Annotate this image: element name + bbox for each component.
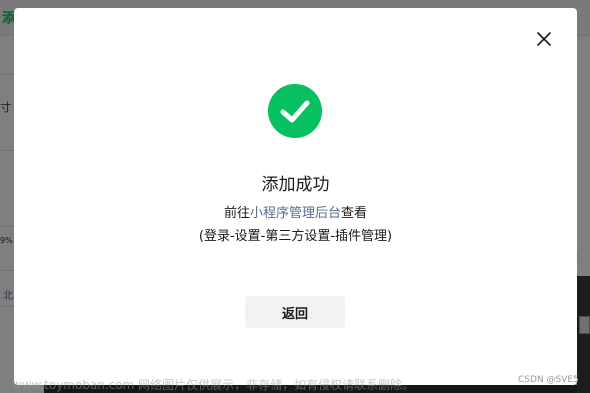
close-icon bbox=[537, 32, 551, 46]
message-suffix: 查看 bbox=[341, 206, 368, 221]
dialog-path-hint: (登录-设置-第三方设置-插件管理) bbox=[198, 229, 393, 244]
back-button[interactable]: 返回 bbox=[245, 296, 345, 328]
watermark-text: www.toymoban.com 网络图片仅供展示，非存储，如有侵权请联系删除。 bbox=[12, 378, 415, 392]
mini-program-admin-link[interactable]: 小程序管理后台 bbox=[250, 206, 341, 221]
success-dialog: 添加成功 前往小程序管理后台查看 (登录-设置-第三方设置-插件管理) 返回 bbox=[14, 8, 577, 385]
close-button[interactable] bbox=[533, 28, 555, 50]
dialog-title: 添加成功 bbox=[261, 175, 330, 195]
message-prefix: 前往 bbox=[223, 206, 250, 221]
csdn-watermark: CSDN @SVE5 bbox=[518, 375, 579, 385]
dialog-message: 前往小程序管理后台查看 bbox=[14, 202, 577, 221]
check-circle-icon bbox=[268, 84, 322, 138]
